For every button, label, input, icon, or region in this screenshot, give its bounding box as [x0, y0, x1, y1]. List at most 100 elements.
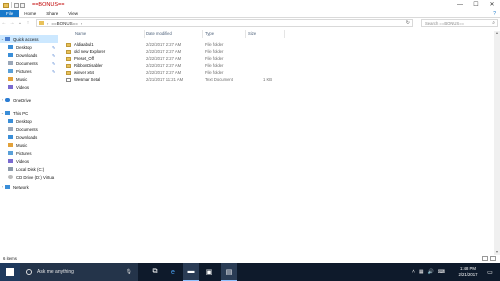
clock-date: 2/21/2017 — [458, 271, 478, 277]
pin-icon: ✎ — [52, 44, 56, 50]
nav-item-music[interactable]: Music — [0, 75, 58, 83]
file-row[interactable]: Preset_Off 2/22/2017 2:27 AM File folder — [60, 55, 300, 62]
recent-locations-button[interactable]: ⌄ — [16, 20, 24, 26]
file-row[interactable]: Aldiaabul1 2/22/2017 2:27 AM File folder — [60, 41, 300, 48]
tab-home[interactable]: Home — [19, 10, 41, 17]
file-date: 2/22/2017 2:27 AM — [146, 70, 182, 75]
start-button[interactable] — [0, 263, 20, 281]
pin-icon: ✎ — [52, 52, 56, 58]
vertical-scrollbar[interactable]: ▲ ▼ — [494, 31, 500, 255]
file-row[interactable]: RibbonDisabler 2/22/2017 2:27 AM File fo… — [60, 62, 300, 69]
nav-item-pc-desktop[interactable]: Desktop — [0, 117, 58, 125]
nav-item-cd-drive[interactable]: CD Drive (D:) Virtua — [0, 173, 58, 181]
nav-item-documents[interactable]: Documents ✎ — [0, 59, 58, 67]
column-divider[interactable] — [284, 30, 285, 38]
documents-icon — [8, 61, 13, 65]
scroll-up-icon[interactable]: ▲ — [494, 31, 500, 36]
file-row[interactable]: Wesmar Setal 2/21/2017 11:21 AM Text Doc… — [60, 76, 300, 83]
nav-item-onedrive[interactable]: › OneDrive — [0, 96, 58, 104]
ribbon-tabs: File Home Share View ? — [0, 10, 500, 18]
cortana-search-box[interactable]: Ask me anything 🎙 — [20, 263, 138, 281]
file-row[interactable]: winver x64 2/22/2017 2:27 AM File folder — [60, 69, 300, 76]
column-divider[interactable] — [245, 30, 246, 38]
nav-label: Pictures — [16, 68, 32, 74]
address-bar[interactable]: › ==BONUS== › ↻ — [36, 19, 413, 27]
chevron-right-icon[interactable]: › — [81, 21, 82, 26]
nav-item-desktop[interactable]: Desktop ✎ — [0, 43, 58, 51]
maximize-button[interactable]: ☐ — [468, 0, 484, 10]
refresh-icon[interactable]: ↻ — [406, 20, 410, 26]
nav-label: OneDrive — [13, 97, 32, 103]
search-input[interactable]: Search ==BONUS== ⌕ — [421, 19, 498, 27]
file-name: Wesmar Setal — [74, 77, 101, 82]
up-button[interactable]: ↑ — [24, 20, 32, 26]
nav-label: Videos — [16, 158, 30, 164]
forward-button[interactable]: → — [8, 20, 16, 26]
nav-item-quick-access[interactable]: ⌄ Quick access — [0, 35, 58, 43]
close-button[interactable]: ✕ — [484, 0, 500, 10]
search-icon: ⌕ — [492, 20, 495, 26]
file-name: old new Explorer — [74, 49, 106, 54]
file-row[interactable]: old new Explorer 2/22/2017 2:27 AM File … — [60, 48, 300, 55]
nav-item-pictures[interactable]: Pictures ✎ — [0, 67, 58, 75]
search-placeholder: Search ==BONUS== — [425, 20, 465, 26]
file-type: Text Document — [205, 77, 233, 82]
music-icon — [8, 143, 13, 147]
keyboard-icon[interactable]: ⌨ — [438, 269, 445, 275]
nav-item-pc-documents[interactable]: Documents — [0, 125, 58, 133]
volume-icon[interactable]: 🔊 — [428, 269, 434, 275]
store-icon[interactable]: ▣ — [201, 263, 217, 281]
address-path[interactable]: ==BONUS== — [51, 21, 78, 26]
edge-browser-icon[interactable]: e — [165, 263, 181, 281]
properties-icon[interactable] — [14, 2, 19, 8]
file-explorer-taskbar-icon[interactable]: ▬ — [183, 263, 199, 281]
nav-item-network[interactable]: › Network — [0, 183, 58, 191]
column-header-name[interactable]: Name — [75, 30, 86, 38]
minimize-button[interactable]: — — [452, 0, 468, 10]
tab-view[interactable]: View — [63, 10, 83, 17]
column-header-type[interactable]: Type — [205, 30, 214, 38]
chevron-right-icon[interactable]: › — [47, 21, 48, 26]
nav-item-pc-pictures[interactable]: Pictures — [0, 149, 58, 157]
help-icon[interactable]: ? — [493, 10, 496, 18]
nav-label: Downloads — [16, 134, 38, 140]
column-header-size[interactable]: Size — [248, 30, 256, 38]
desktop-icon — [8, 119, 13, 123]
pictures-icon — [8, 151, 13, 155]
pin-icon: ✎ — [52, 60, 56, 66]
nav-label: Downloads — [16, 52, 38, 58]
details-view-icon[interactable] — [482, 256, 488, 261]
column-divider[interactable] — [144, 30, 145, 38]
new-folder-icon[interactable] — [20, 2, 25, 8]
nav-label: Videos — [16, 84, 30, 90]
nav-item-pc-music[interactable]: Music — [0, 141, 58, 149]
pin-icon: ✎ — [52, 68, 56, 74]
computer-icon — [5, 111, 10, 115]
nav-item-videos[interactable]: Videos — [0, 83, 58, 91]
nav-label: Network — [13, 184, 29, 190]
task-view-icon[interactable]: ⧉ — [147, 263, 163, 281]
file-type: File folder — [205, 56, 224, 61]
chevron-up-icon[interactable]: ˄ — [412, 269, 415, 275]
column-header-date-modified[interactable]: Date modified — [146, 30, 172, 38]
large-icons-view-icon[interactable] — [490, 256, 496, 261]
nav-item-pc-videos[interactable]: Videos — [0, 157, 58, 165]
network-status-icon[interactable]: ▦ — [419, 269, 424, 275]
folder-icon — [66, 63, 71, 68]
tab-share[interactable]: Share — [41, 10, 63, 17]
star-icon — [5, 37, 10, 41]
microphone-icon[interactable]: 🎙 — [126, 269, 132, 275]
tab-file[interactable]: File — [0, 10, 20, 17]
column-divider[interactable] — [202, 30, 203, 38]
action-center-icon[interactable]: ▭ — [482, 263, 498, 281]
nav-item-downloads[interactable]: Downloads ✎ — [0, 51, 58, 59]
windows-logo-icon — [6, 268, 14, 276]
back-button[interactable]: ← — [0, 20, 8, 26]
folder-icon — [39, 21, 44, 25]
status-bar: 6 items — [0, 255, 500, 263]
nav-item-this-pc[interactable]: ⌄ This PC — [0, 109, 58, 117]
explorer-window-taskbar-icon[interactable]: ▤ — [221, 263, 237, 281]
taskbar-clock[interactable]: 1:48 PM 2/21/2017 — [455, 266, 481, 277]
nav-item-pc-downloads[interactable]: Downloads — [0, 133, 58, 141]
nav-item-local-disk[interactable]: Local Disk (C:) — [0, 165, 58, 173]
